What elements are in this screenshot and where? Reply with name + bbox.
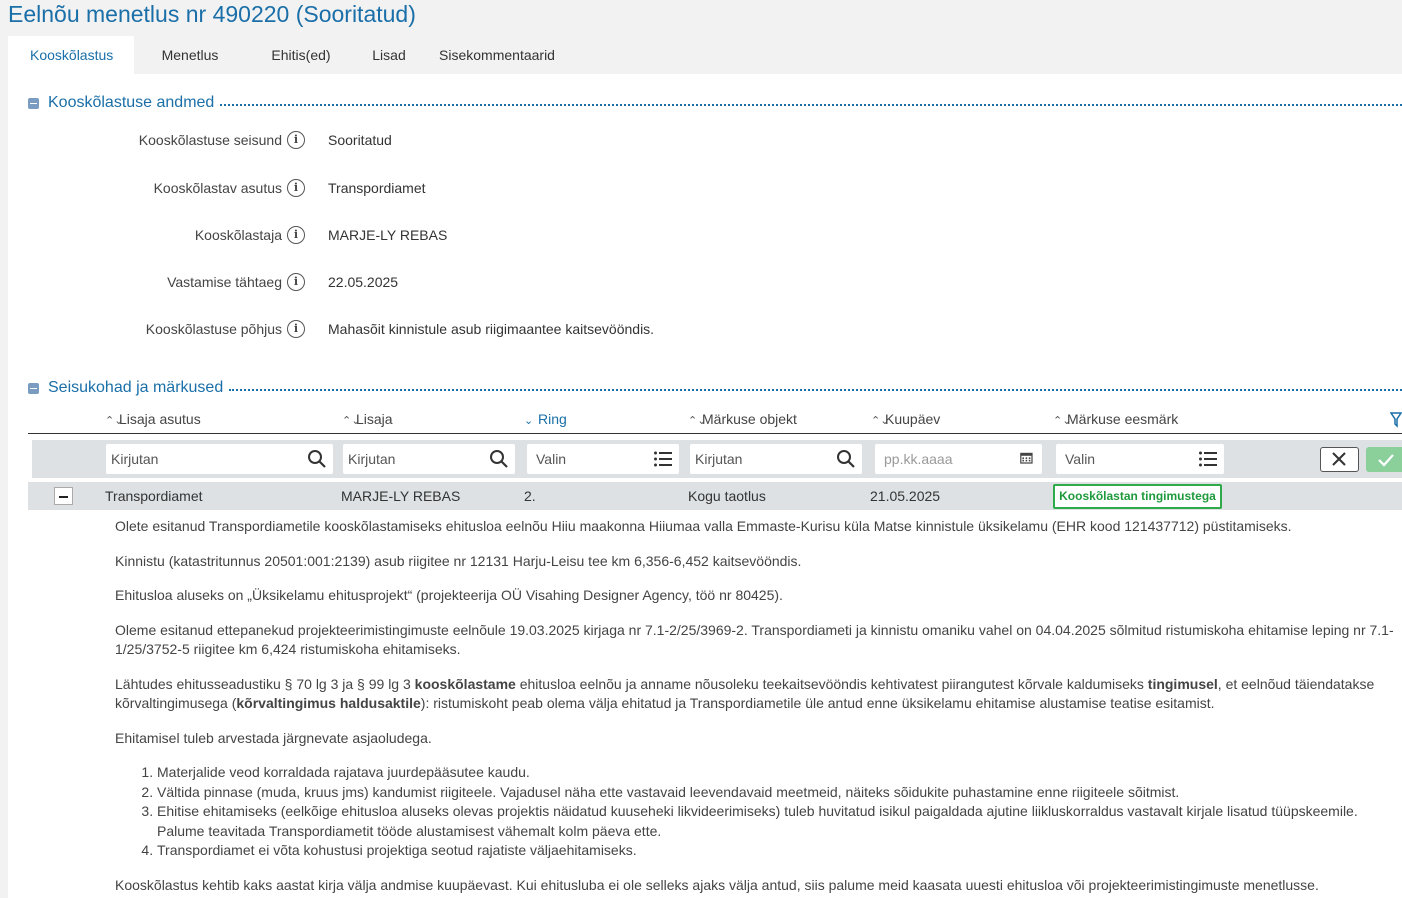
filter-kuupaev-input[interactable]: pp.kk.aaaa: [875, 444, 1042, 474]
search-icon[interactable]: [307, 449, 327, 469]
paragraph: Kooskõlastus kehtib kaks aastat kirja vä…: [115, 876, 1319, 893]
field-label: Kooskõlastav asutus: [153, 180, 282, 196]
cell-ring: 2.: [524, 488, 536, 504]
column-header-lisaja[interactable]: ⌃⌄Lisaja: [342, 408, 393, 430]
filter-lisaja-asutus-input[interactable]: Kirjutan: [106, 444, 333, 474]
paragraph: Olete esitanud Transpordiametile kooskõl…: [115, 518, 1292, 534]
tab-menetlus[interactable]: Menetlus: [134, 36, 246, 74]
list-icon[interactable]: [653, 449, 673, 469]
page-title: Eelnõu menetlus nr 490220 (Sooritatud): [8, 1, 416, 27]
sort-icon: ⌃⌄: [1053, 415, 1072, 427]
main-panel: Kooskõlastuse andmed Kooskõlastuse seisu…: [8, 74, 1402, 898]
clear-filter-button[interactable]: [1320, 447, 1359, 472]
field-seisund: Kooskõlastuse seisund i Sooritatud: [8, 129, 1008, 151]
comment-text: Olete esitanud Transpordiametile kooskõl…: [115, 517, 1402, 898]
info-icon[interactable]: i: [287, 179, 305, 197]
check-icon: [1378, 454, 1394, 467]
header-divider: [28, 433, 1402, 434]
list-item: Vältida pinnase (muda, kruus jms) kandum…: [157, 783, 1402, 803]
collapse-icon[interactable]: [28, 97, 39, 109]
filter-icon[interactable]: [1390, 412, 1402, 428]
sort-icon: ⌃⌄: [342, 415, 361, 427]
field-value: Sooritatud: [328, 132, 392, 148]
section-divider: [229, 389, 1402, 391]
close-icon: [1332, 452, 1346, 466]
field-value: Mahasõit kinnistule asub riigimaantee ka…: [328, 321, 655, 337]
field-asutus: Kooskõlastav asutus i Transpordiamet: [8, 177, 1008, 199]
cell-objekt: Kogu taotlus: [688, 488, 766, 504]
field-value: 22.05.2025: [328, 274, 399, 290]
section-title: Kooskõlastuse andmed: [48, 94, 215, 111]
sort-icon: ⌃⌄: [871, 415, 890, 427]
cell-lisaja-asutus: Transpordiamet: [105, 488, 203, 504]
list-icon[interactable]: [1198, 449, 1218, 469]
section-header-kooskolastuse-andmed[interactable]: Kooskõlastuse andmed: [28, 92, 1402, 114]
apply-filter-button[interactable]: [1366, 447, 1402, 472]
paragraph: Lähtudes ehitusseadustiku § 70 lg 3 ja §…: [115, 675, 1375, 712]
field-label: Kooskõlastuse seisund: [138, 132, 282, 148]
sort-icon: ⌃⌄: [105, 415, 124, 427]
info-icon[interactable]: i: [287, 320, 305, 338]
info-icon[interactable]: i: [287, 131, 305, 149]
filter-objekt-input[interactable]: Kirjutan: [690, 444, 862, 474]
filter-lisaja-input[interactable]: Kirjutan: [343, 444, 515, 474]
info-icon[interactable]: i: [287, 226, 305, 244]
tab-bar: Kooskõlastus Menetlus Ehitis(ed) Lisad S…: [8, 36, 572, 74]
field-label: Kooskõlastaja: [194, 227, 282, 243]
section-header-seisukohad[interactable]: Seisukohad ja märkused: [28, 377, 1402, 399]
collapse-icon[interactable]: [28, 382, 39, 394]
list-item: Materjalide veod korraldada rajatava juu…: [157, 763, 1402, 783]
table-row[interactable]: Transpordiamet MARJE-LY REBAS 2. Kogu ta…: [28, 482, 1402, 510]
paragraph: Ehitamisel tuleb arvestada järgnevate as…: [115, 729, 432, 746]
filter-ring-select[interactable]: Valin: [527, 444, 679, 474]
filter-bar: Kirjutan Kirjutan Valin Kirjutan pp.kk.a…: [32, 440, 1402, 478]
column-header-ring[interactable]: ⌄ Ring: [524, 408, 567, 430]
paragraph: Oleme esitanud ettepanekud projekteerimi…: [115, 621, 1394, 658]
field-label: Vastamise tähtaeg: [167, 274, 282, 290]
cell-lisaja: MARJE-LY REBAS: [341, 488, 461, 504]
cell-kuupaev: 21.05.2025: [870, 488, 941, 504]
filter-eesmark-select[interactable]: Valin: [1056, 444, 1224, 474]
column-header-markuse-objekt[interactable]: ⌃⌄Märkuse objekt: [688, 408, 797, 430]
field-value: Transpordiamet: [328, 180, 426, 196]
field-pohjus: Kooskõlastuse põhjus i Mahasõit kinnistu…: [8, 318, 1008, 340]
collapse-row-button[interactable]: [54, 487, 73, 505]
paragraph: Kinnistu (katastritunnus 20501:001:2139)…: [115, 552, 802, 569]
sort-desc-icon: ⌄: [524, 415, 534, 427]
calendar-icon[interactable]: [1020, 451, 1036, 467]
info-icon[interactable]: i: [287, 273, 305, 291]
condition-list: Materjalide veod korraldada rajatava juu…: [157, 763, 1402, 861]
column-header-markuse-eesmark[interactable]: ⌃⌄Märkuse eesmärk: [1053, 408, 1178, 430]
list-item: Transpordiamet ei võta kohustusi projekt…: [157, 841, 1402, 861]
field-value: MARJE-LY REBAS: [328, 227, 448, 243]
status-badge: Kooskõlastan tingimustega: [1053, 484, 1222, 509]
column-header-lisaja-asutus[interactable]: ⌃⌄Lisaja asutus: [105, 408, 201, 430]
section-title: Seisukohad ja märkused: [48, 379, 224, 396]
field-tahtaeg: Vastamise tähtaeg i 22.05.2025: [8, 271, 1008, 293]
tab-lisad[interactable]: Lisad: [356, 36, 422, 74]
section-divider: [220, 104, 1402, 106]
field-kooskolastaja: Kooskõlastaja i MARJE-LY REBAS: [8, 224, 1008, 246]
column-header-kuupaev[interactable]: ⌃⌄Kuupäev: [871, 408, 940, 430]
tab-kooskolastus[interactable]: Kooskõlastus: [8, 36, 134, 74]
tab-sisekommentaarid[interactable]: Sisekommentaarid: [422, 36, 572, 74]
search-icon[interactable]: [489, 449, 509, 469]
search-icon[interactable]: [836, 449, 856, 469]
field-label: Kooskõlastuse põhjus: [145, 321, 282, 337]
paragraph: Ehitusloa aluseks on „Üksikelamu ehitusp…: [115, 587, 783, 603]
sort-icon: ⌃⌄: [688, 415, 707, 427]
list-item: Ehitise ehitamiseks (eelkõige ehitusloa …: [157, 802, 1402, 841]
tab-ehitised[interactable]: Ehitis(ed): [246, 36, 356, 74]
